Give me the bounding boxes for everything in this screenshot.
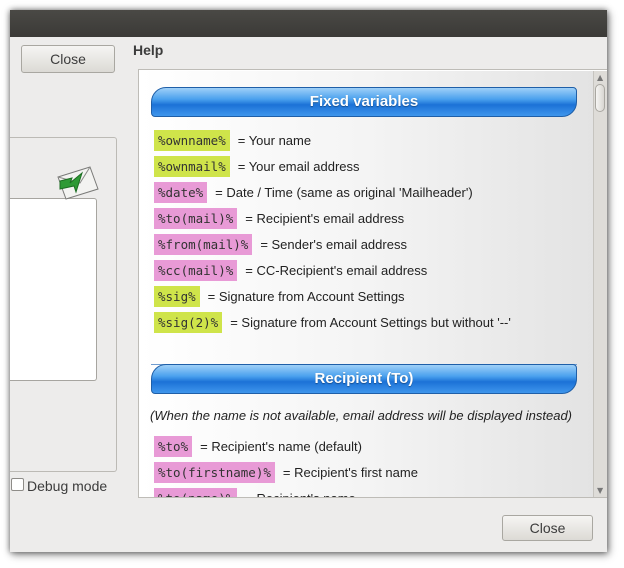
section-note: (When the name is not available, email a… — [150, 408, 572, 423]
help-scrollbar[interactable]: ▲ ▼ — [593, 71, 607, 497]
help-content: Fixed variables %ownname% = Your name %ow… — [140, 71, 593, 497]
debug-mode-label: Debug mode — [27, 478, 108, 494]
variable-description: = Date / Time (same as original 'Mailhea… — [215, 185, 473, 200]
variable-code: %sig% — [154, 286, 200, 307]
variable-row: %to(firstname)% = Recipient's first name — [154, 462, 418, 483]
scroll-down-arrow-icon[interactable]: ▼ — [597, 487, 603, 495]
variable-description: = Your name — [237, 133, 312, 148]
variable-description: = Recipient's name — [245, 488, 356, 497]
variable-code: %date% — [154, 182, 208, 203]
variable-description: = Your email address — [237, 159, 360, 174]
variable-row: %ownmail% = Your email address — [154, 156, 360, 177]
scrollbar-thumb[interactable] — [595, 84, 605, 112]
variable-row: %to(mail)% = Recipient's email address — [154, 208, 404, 229]
variable-row: %from(mail)% = Sender's email address — [154, 234, 407, 255]
variable-description: = Signature from Account Settings but wi… — [230, 315, 511, 330]
variable-row: %sig% = Signature from Account Settings — [154, 286, 405, 307]
variable-code: %to(firstname)% — [154, 462, 275, 483]
variable-code: %ownname% — [154, 130, 230, 151]
variable-row: %sig(2)% = Signature from Account Setting… — [154, 312, 511, 333]
variable-description: = Sender's email address — [260, 237, 407, 252]
section-header-fixed-variables: Fixed variables — [151, 87, 577, 117]
help-pane[interactable]: Fixed variables %ownname% = Your name %ow… — [138, 69, 607, 498]
variable-description: = Recipient's first name — [282, 465, 418, 480]
scroll-up-arrow-icon[interactable]: ▲ — [597, 74, 603, 82]
variable-description: = Recipient's email address — [245, 211, 405, 226]
variable-code: %to(name)% — [154, 488, 238, 497]
variable-row: %date% = Date / Time (same as original 'M… — [154, 182, 473, 203]
variable-code: %to% — [154, 436, 193, 457]
mail-forward-icon — [57, 166, 99, 200]
template-text-area[interactable] — [10, 198, 97, 381]
dialog-window: Close Debug mode Help Fixed variables %o… — [10, 10, 607, 552]
variable-code: %to(mail)% — [154, 208, 238, 229]
variable-row: %to(name)% = Recipient's name — [154, 488, 356, 497]
variable-code: %ownmail% — [154, 156, 230, 177]
variable-row: %cc(mail)% = CC-Recipient's email address — [154, 260, 427, 281]
help-heading: Help — [133, 42, 164, 58]
section-header-recipient: Recipient (To) — [151, 364, 577, 394]
title-bar — [10, 10, 607, 37]
variable-description: = Recipient's name (default) — [200, 439, 362, 454]
close-button-bottom[interactable]: Close — [502, 515, 593, 541]
variable-row: %ownname% = Your name — [154, 130, 311, 151]
variable-code: %sig(2)% — [154, 312, 223, 333]
variable-code: %from(mail)% — [154, 234, 253, 255]
variable-code: %cc(mail)% — [154, 260, 238, 281]
variable-row: %to% = Recipient's name (default) — [154, 436, 362, 457]
debug-mode-checkbox[interactable] — [11, 478, 24, 491]
variable-description: = Signature from Account Settings — [207, 289, 405, 304]
close-button-top[interactable]: Close — [21, 45, 115, 73]
variable-description: = CC-Recipient's email address — [245, 263, 428, 278]
